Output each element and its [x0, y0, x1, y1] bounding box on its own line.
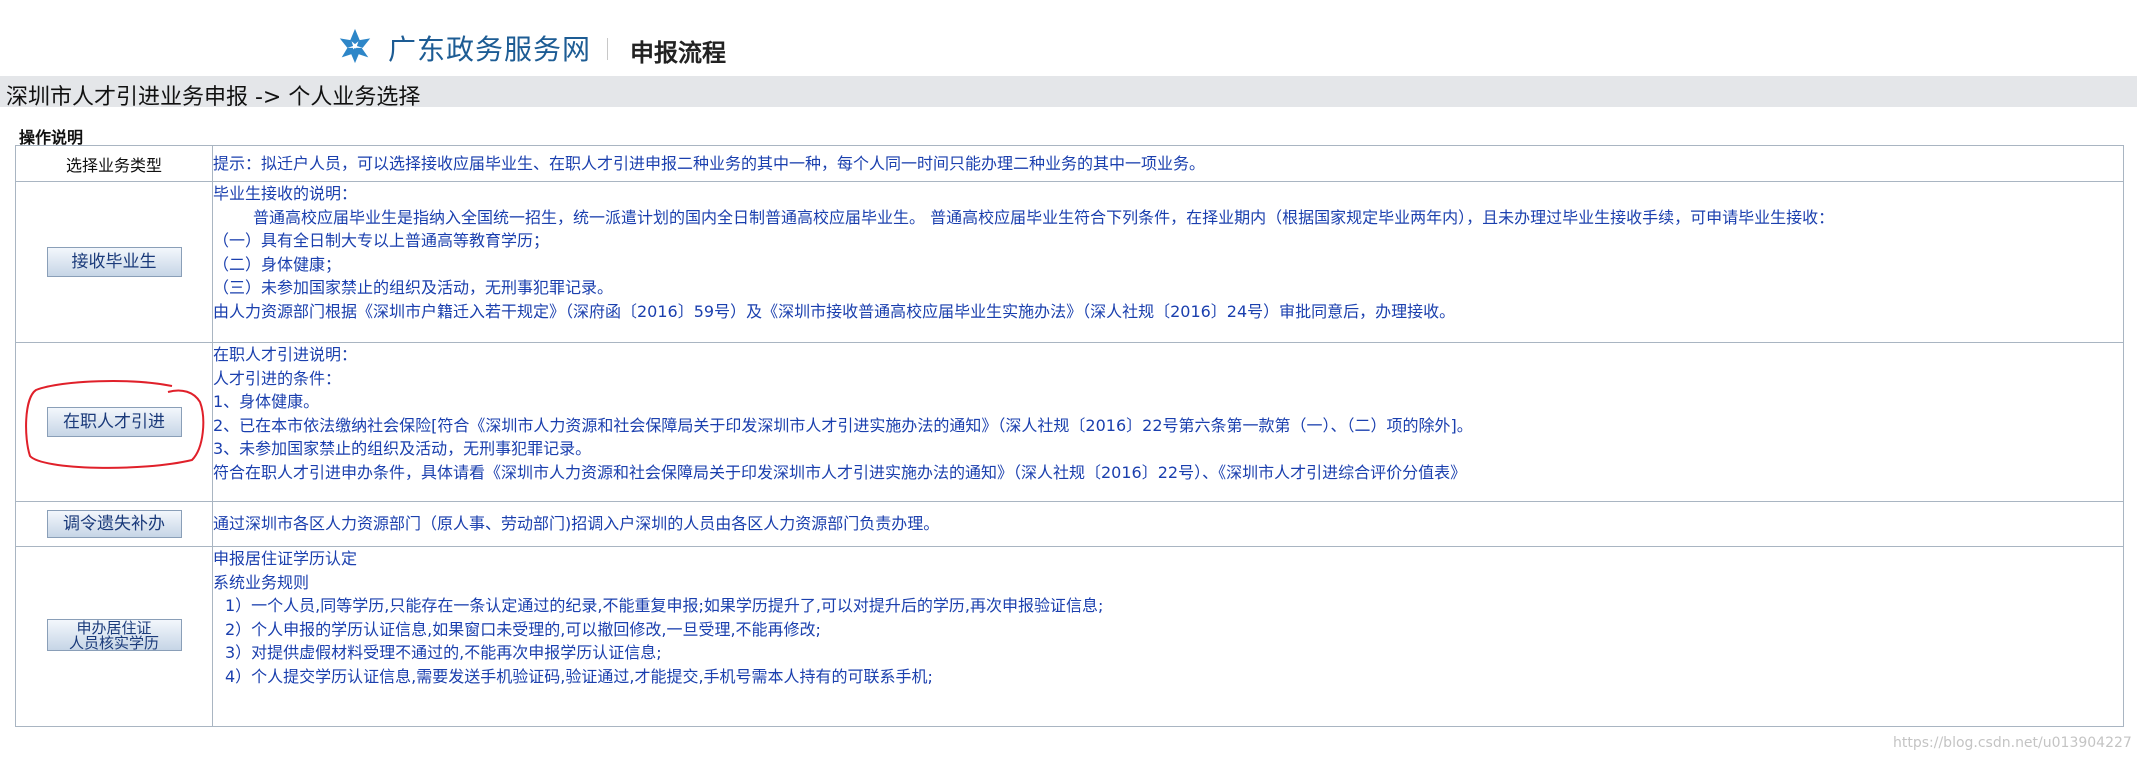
header-tip: 提示：拟迁户人员，可以选择接收应届毕业生、在职人才引进申报二种业务的其中一种，每… [213, 153, 1206, 173]
transfer-button-cell: 调令遗失补办 [15, 501, 213, 547]
graduate-button-cell: 接收毕业生 [15, 181, 213, 343]
description-line: （一）具有全日制大专以上普通高等教育学历； [213, 231, 550, 250]
description-line: 2、已在本市依法缴纳社会保险[符合《深圳市人力资源和社会保障局关于印发深圳市人才… [213, 415, 1473, 435]
button-line: 人员核实学历 [68, 633, 159, 651]
description-line: （三）未参加国家禁止的组织及活动，无刑事犯罪记录。 [213, 278, 614, 297]
table-header-row: 选择业务类型 提示：拟迁户人员，可以选择接收应届毕业生、在职人才引进申报二种业务… [15, 145, 2124, 182]
table-row-talent: 在职人才引进 在职人才引进说明： 人才引进的条件： 1、身体健康。 2、已在本市… [15, 342, 2124, 502]
watermark: https://blog.csdn.net/u013904227 [1893, 735, 2132, 751]
select-business-type-label: 选择业务类型 [65, 155, 162, 175]
talent-introduction-button[interactable]: 在职人才引进 [46, 407, 182, 437]
description-line: 1、身体健康。 [213, 392, 320, 411]
description-line: 4）个人提交学历认证信息,需要发送手机验证码,验证通过,才能提交,手机号需本人持… [225, 666, 933, 686]
header-tip-cell: 提示：拟迁户人员，可以选择接收应届毕业生、在职人才引进申报二种业务的其中一种，每… [212, 145, 2124, 182]
talent-button-cell: 在职人才引进 [15, 342, 213, 502]
transfer-description-cell: 通过深圳市各区人力资源部门（原人事、劳动部门)招调入户深圳的人员由各区人力资源部… [212, 501, 2124, 547]
description-line: 通过深圳市各区人力资源部门（原人事、劳动部门)招调入户深圳的人员由各区人力资源部… [213, 514, 940, 534]
description-line: 符合在职人才引进申办条件，具体请看《深圳市人力资源和社会保障局关于印发深圳市人才… [213, 462, 1467, 482]
breadcrumb-bar: 深圳市人才引进业务申报 -> 个人业务选择 [0, 76, 2137, 110]
description-line: 2）个人申报的学历认证信息,如果窗口未受理的,可以撤回修改,一旦受理,不能再修改… [225, 619, 821, 639]
description-line: 3、未参加国家禁止的组织及活动，无刑事犯罪记录。 [213, 439, 592, 458]
header-divider [607, 38, 608, 60]
description-line: 1）一个人员,同等学历,只能存在一条认定通过的纪录,不能重复申报;如果学历提升了… [225, 596, 1104, 615]
description-line: 人才引进的条件： [213, 368, 342, 388]
site-name[interactable]: 广东政务服务网 [388, 28, 591, 68]
description-line: （二）身体健康； [213, 254, 342, 274]
header-label-cell: 选择业务类型 [15, 145, 213, 182]
graduate-description-cell: 毕业生接收的说明： 普通高校应届毕业生是指纳入全国统一招生，统一派遣计划的国内全… [212, 181, 2124, 343]
description-line: 系统业务规则 [213, 572, 310, 592]
page-title: 申报流程 [630, 39, 726, 67]
site-header: 广东政务服务网 申报流程 [0, 0, 2137, 76]
site-logo-icon [339, 28, 371, 64]
residence-button-cell: 申办居住证 人员核实学历 [15, 546, 213, 727]
business-type-table: 选择业务类型 提示：拟迁户人员，可以选择接收应届毕业生、在职人才引进申报二种业务… [15, 145, 2124, 727]
residence-description-cell: 申报居住证学历认定 系统业务规则 1）一个人员,同等学历,只能存在一条认定通过的… [212, 546, 2124, 727]
description-line: 毕业生接收的说明： [213, 184, 358, 203]
receive-graduate-button[interactable]: 接收毕业生 [46, 247, 182, 277]
description-line: 3）对提供虚假材料受理不通过的,不能再次申报学历认证信息; [225, 643, 662, 662]
breadcrumb: 深圳市人才引进业务申报 -> 个人业务选择 [6, 85, 421, 110]
table-row-residence: 申办居住证 人员核实学历 申报居住证学历认定 系统业务规则 1）一个人员,同等学… [15, 546, 2124, 727]
table-row-graduate: 接收毕业生 毕业生接收的说明： 普通高校应届毕业生是指纳入全国统一招生，统一派遣… [15, 181, 2124, 343]
description-line: 由人力资源部门根据《深圳市户籍迁入若干规定》（深府函〔2016〕59号）及《深圳… [213, 301, 1456, 321]
talent-description-cell: 在职人才引进说明： 人才引进的条件： 1、身体健康。 2、已在本市依法缴纳社会保… [212, 342, 2124, 502]
table-row-transfer: 调令遗失补办 通过深圳市各区人力资源部门（原人事、劳动部门)招调入户深圳的人员由… [15, 501, 2124, 547]
transfer-order-reissue-button[interactable]: 调令遗失补办 [46, 510, 182, 538]
residence-education-verify-button[interactable]: 申办居住证 人员核实学历 [46, 618, 182, 651]
description-line: 在职人才引进说明： [213, 345, 358, 364]
description-line: 普通高校应届毕业生是指纳入全国统一招生，统一派遣计划的国内全日制普通高校应届毕业… [253, 207, 1835, 227]
description-line: 申报居住证学历认定 [213, 549, 358, 568]
